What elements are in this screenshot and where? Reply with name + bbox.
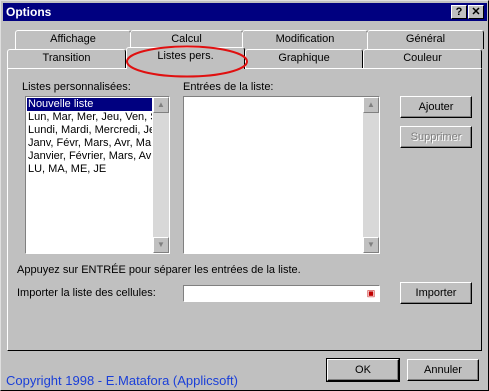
scroll-up-icon[interactable]: ▲ (363, 97, 379, 113)
list-item[interactable]: LU, MA, ME, JE (27, 163, 152, 176)
scroll-down-icon[interactable]: ▼ (153, 237, 169, 253)
list-item[interactable]: Janvier, Février, Mars, Av (27, 150, 152, 163)
custom-lists-items: Nouvelle liste Lun, Mar, Mer, Jeu, Ven, S… (27, 98, 152, 252)
list-item[interactable]: Janv, Févr, Mars, Avr, Ma (27, 137, 152, 150)
title-bar[interactable]: Options ? ✕ (3, 3, 487, 21)
tab-modification[interactable]: Modification (242, 30, 368, 49)
list-item[interactable]: Lundi, Mardi, Mercredi, Jeu (27, 124, 152, 137)
cancel-button[interactable]: Annuler (407, 359, 479, 381)
tab-panel: Listes personnalisées: Entrées de la lis… (7, 68, 482, 351)
tab-general[interactable]: Général (367, 30, 484, 49)
import-range-field[interactable]: ▣ (183, 285, 380, 302)
copyright-text: Copyright 1998 - E.Matafora (Applicsoft) (6, 373, 238, 388)
tab-affichage[interactable]: Affichage (15, 30, 131, 49)
scroll-down-icon[interactable]: ▼ (363, 237, 379, 253)
list-item[interactable]: Nouvelle liste (27, 98, 152, 111)
entries-scrollbar[interactable]: ▲ ▼ (363, 97, 379, 253)
window-title: Options (6, 5, 52, 19)
options-dialog: Options ? ✕ Affichage Calcul Modificatio… (0, 0, 489, 391)
entries-label: Entrées de la liste: (183, 81, 274, 93)
tab-transition[interactable]: Transition (7, 49, 126, 68)
tab-couleur[interactable]: Couleur (363, 49, 482, 68)
close-button[interactable]: ✕ (468, 5, 484, 19)
import-label: Importer la liste des cellules: (17, 287, 156, 299)
range-select-icon[interactable]: ▣ (364, 287, 378, 299)
delete-button[interactable]: Supprimer (400, 126, 472, 148)
tab-graphique[interactable]: Graphique (245, 49, 363, 68)
help-button[interactable]: ? (451, 5, 467, 19)
ok-button[interactable]: OK (326, 358, 400, 382)
list-item[interactable]: Lun, Mar, Mer, Jeu, Ven, S (27, 111, 152, 124)
tab-listes-pers[interactable]: Listes pers. (126, 47, 245, 69)
lists-label: Listes personnalisées: (22, 81, 131, 93)
hint-text: Appuyez sur ENTRÉE pour séparer les entr… (17, 264, 301, 276)
lists-scrollbar[interactable]: ▲ ▼ (153, 97, 169, 253)
list-entries-textbox[interactable]: ▲ ▼ (183, 96, 380, 254)
scroll-up-icon[interactable]: ▲ (153, 97, 169, 113)
add-button[interactable]: Ajouter (400, 96, 472, 118)
custom-lists-listbox[interactable]: Nouvelle liste Lun, Mar, Mer, Jeu, Ven, S… (25, 96, 170, 254)
import-button[interactable]: Importer (400, 282, 472, 304)
